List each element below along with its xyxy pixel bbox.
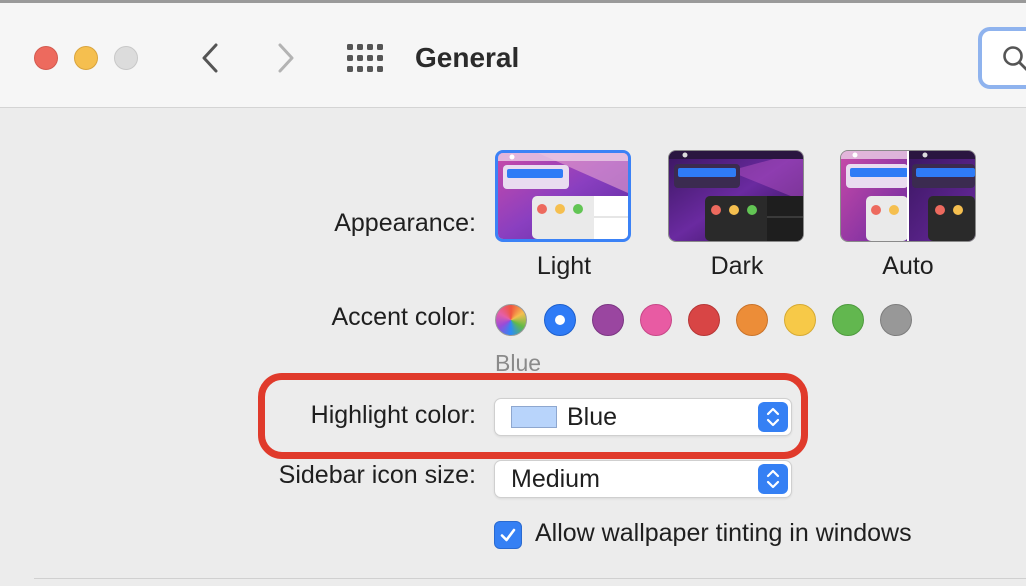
appearance-caption-dark: Dark [710, 252, 764, 280]
accent-swatch-yellow[interactable] [784, 304, 816, 336]
appearance-option-light[interactable] [495, 150, 631, 242]
checkmark-icon [500, 528, 516, 542]
sidebar-icon-size-label: Sidebar icon size: [278, 461, 476, 489]
accent-swatch-graphite[interactable] [880, 304, 912, 336]
accent-swatch-pink[interactable] [640, 304, 672, 336]
accent-swatch-multicolor[interactable] [495, 304, 527, 336]
appearance-option-auto[interactable] [840, 150, 976, 242]
accent-swatch-red[interactable] [688, 304, 720, 336]
forward-button[interactable] [270, 41, 300, 75]
dark-mode-preview [669, 151, 803, 241]
accent-swatch-green[interactable] [832, 304, 864, 336]
accent-swatch-orange[interactable] [736, 304, 768, 336]
section-divider [34, 578, 1026, 579]
appearance-label: Appearance: [334, 209, 476, 237]
search-field[interactable] [978, 27, 1026, 89]
highlight-annotation-ring [258, 373, 808, 459]
accent-color-label: Accent color: [331, 303, 476, 331]
chevron-left-icon [202, 43, 218, 73]
wallpaper-tinting-label[interactable]: Allow wallpaper tinting in windows [535, 519, 912, 548]
page-title: General [415, 42, 520, 73]
titlebar: General [0, 3, 1026, 108]
appearance-option-dark[interactable] [668, 150, 804, 242]
appearance-caption-auto: Auto [882, 252, 934, 280]
back-button[interactable] [196, 41, 226, 75]
accent-swatch-blue[interactable] [544, 304, 576, 336]
accent-swatch-purple[interactable] [592, 304, 624, 336]
sidebar-popup-stepper [758, 464, 788, 494]
up-down-chevron-icon [766, 469, 780, 489]
search-icon [1002, 45, 1026, 78]
auto-mode-preview [841, 151, 975, 241]
chevron-right-icon [278, 43, 294, 73]
light-mode-preview [498, 153, 628, 239]
sidebar-icon-size-value: Medium [511, 465, 600, 493]
minimize-icon[interactable] [74, 46, 98, 70]
grid-icon [347, 44, 383, 72]
close-icon[interactable] [34, 46, 58, 70]
show-all-button[interactable] [346, 43, 386, 73]
wallpaper-tinting-checkbox[interactable] [494, 521, 522, 549]
zoom-icon[interactable] [114, 46, 138, 70]
sidebar-icon-size-popup[interactable]: Medium [494, 460, 792, 498]
appearance-caption-light: Light [536, 252, 592, 280]
